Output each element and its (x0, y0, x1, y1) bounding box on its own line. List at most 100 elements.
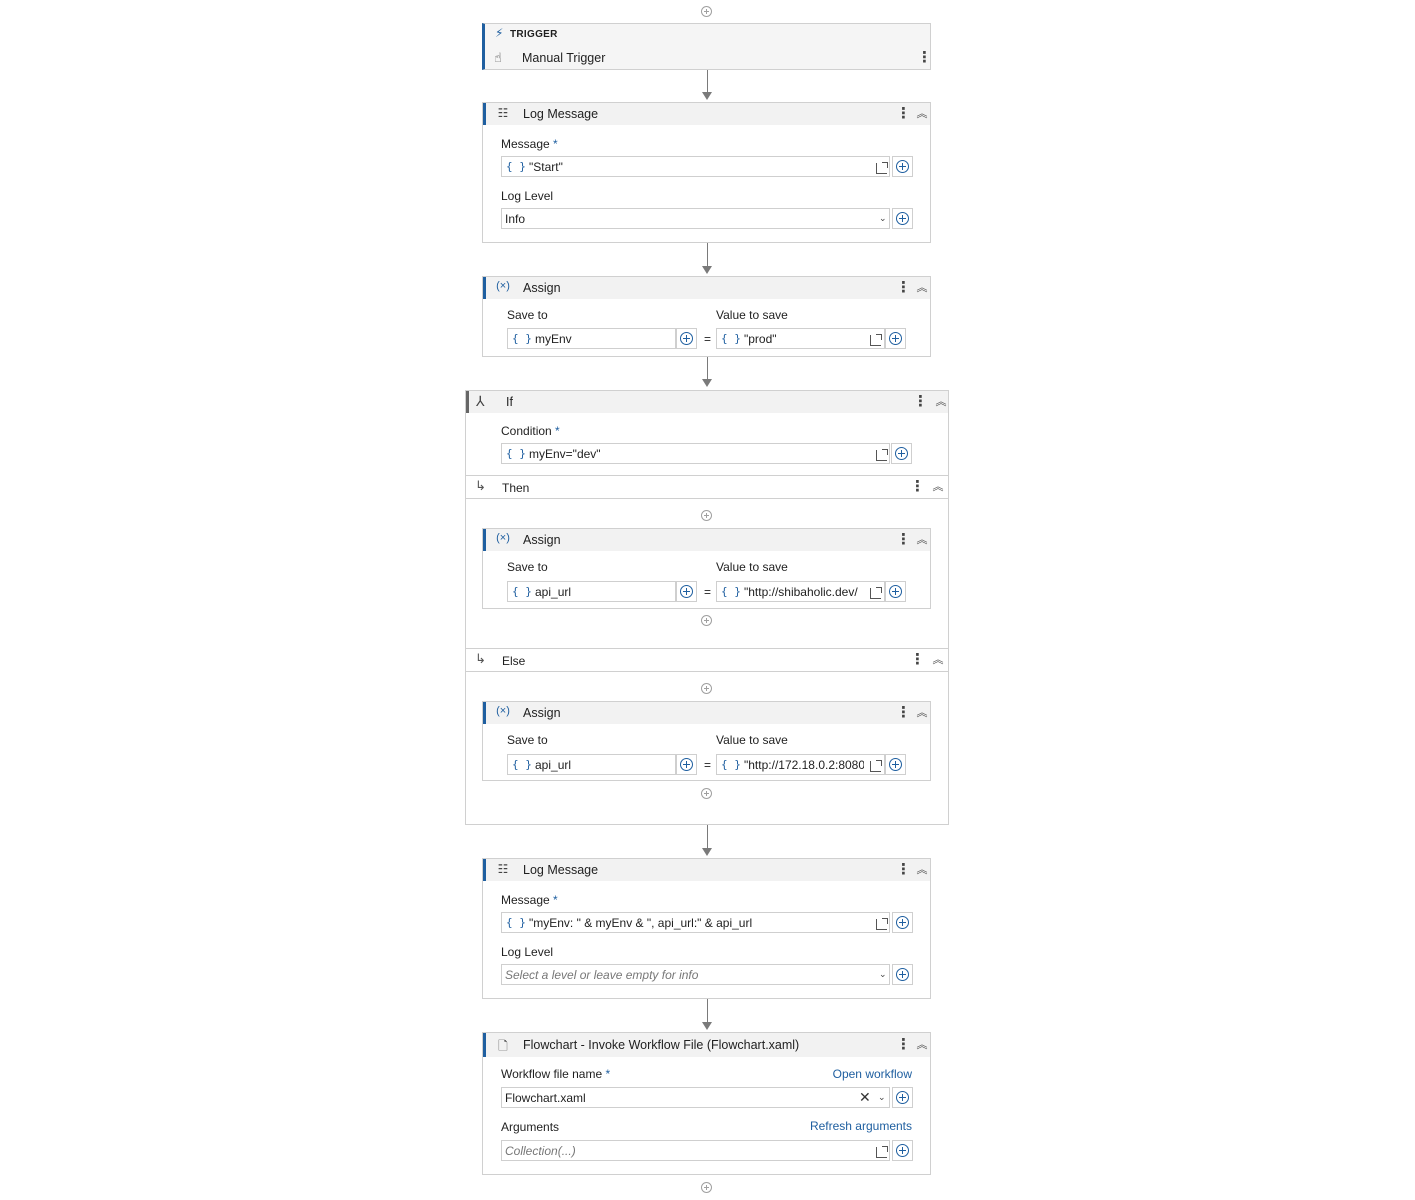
more-icon[interactable]: ⋮ (896, 279, 911, 297)
log-level-label: Log Level (501, 189, 554, 203)
value-to-save-label: Value to save (716, 308, 788, 322)
card-header[interactable]: ☷ Log Message ⋮ ︽ (483, 103, 930, 125)
assign-variable-icon: (×) (496, 532, 510, 544)
connector (707, 243, 708, 267)
trigger-card[interactable]: ⚡ TRIGGER ☝ Manual Trigger ⋮ (482, 23, 932, 70)
expand-editor-icon[interactable] (876, 449, 888, 461)
message-input[interactable]: { } "Start" (501, 156, 890, 177)
add-circle-icon (896, 160, 909, 173)
log-message-card[interactable]: ☷ Log Message ⋮ ︽ Message * { } "Start" … (482, 102, 931, 243)
add-button[interactable] (892, 1087, 913, 1108)
connector (707, 70, 708, 93)
message-label: Message * (501, 893, 558, 907)
expand-editor-icon[interactable] (870, 334, 882, 346)
add-button[interactable] (676, 754, 697, 775)
collapse-chevron-icon[interactable]: ︽ (915, 706, 929, 720)
card-header[interactable]: 🗋 Flowchart - Invoke Workflow File (Flow… (483, 1033, 930, 1057)
branch-arrow-icon: ↳ (475, 651, 486, 666)
value-input[interactable]: { } "http://shibaholic.dev/ (716, 581, 885, 602)
open-workflow-link[interactable]: Open workflow (833, 1067, 912, 1081)
expand-editor-icon[interactable] (876, 1146, 888, 1158)
add-button[interactable] (676, 581, 697, 602)
more-icon[interactable]: ⋮ (913, 393, 928, 411)
add-activity-bottom[interactable] (701, 1182, 712, 1193)
message-label: Message * (501, 137, 558, 151)
more-icon[interactable]: ⋮ (896, 105, 911, 123)
save-to-input[interactable]: { } api_url (507, 581, 676, 602)
assign-card-then[interactable]: (×) Assign ⋮ ︽ Save to Value to save { }… (482, 528, 931, 609)
collapse-chevron-icon[interactable]: ︽ (915, 1038, 929, 1052)
expand-editor-icon[interactable] (870, 587, 882, 599)
trigger-label: TRIGGER (510, 29, 558, 40)
collapse-chevron-icon[interactable]: ︽ (931, 653, 945, 667)
more-icon[interactable]: ⋮ (896, 861, 911, 879)
add-activity-button[interactable] (701, 683, 712, 694)
add-circle-icon (896, 212, 909, 225)
collapse-chevron-icon[interactable]: ︽ (915, 281, 929, 295)
add-activity-button[interactable] (701, 615, 712, 626)
add-button[interactable] (891, 443, 912, 464)
collapse-chevron-icon[interactable]: ︽ (915, 107, 929, 121)
if-header[interactable]: ⅄ If ⋮ ︽ (466, 391, 948, 413)
collapse-chevron-icon[interactable]: ︽ (934, 395, 948, 409)
value-input[interactable]: { } "http://172.18.0.2:8080 (716, 754, 885, 775)
invoke-file-icon: 🗋 (498, 1039, 508, 1053)
add-button[interactable] (892, 156, 913, 177)
save-to-input[interactable]: { } api_url (507, 754, 676, 775)
connector-arrowhead (702, 1022, 712, 1030)
condition-input[interactable]: { } myEnv="dev" (501, 443, 890, 464)
log-level-select[interactable]: Select a level or leave empty for info ⌄ (501, 964, 890, 985)
card-header[interactable]: (×) Assign ⋮ ︽ (483, 277, 930, 299)
assign-card[interactable]: (×) Assign ⋮ ︽ Save to Value to save { }… (482, 276, 931, 357)
add-activity-top[interactable] (701, 6, 712, 17)
then-branch-header[interactable]: ↳ Then ⋮ ︽ (466, 475, 948, 499)
clear-icon[interactable]: ✕ (859, 1089, 871, 1106)
connector-arrowhead (702, 92, 712, 100)
more-icon[interactable]: ⋮ (896, 1036, 911, 1054)
add-button[interactable] (892, 964, 913, 985)
branch-icon: ⅄ (476, 393, 485, 409)
add-button[interactable] (892, 912, 913, 933)
trigger-more-icon[interactable]: ⋮ (917, 49, 932, 67)
collapse-chevron-icon[interactable]: ︽ (915, 533, 929, 547)
more-icon[interactable]: ⋮ (910, 478, 925, 496)
add-button[interactable] (885, 754, 906, 775)
save-to-input[interactable]: { } myEnv (507, 328, 676, 349)
log-level-select[interactable]: Info ⌄ (501, 208, 890, 229)
expand-editor-icon[interactable] (876, 918, 888, 930)
expand-editor-icon[interactable] (876, 162, 888, 174)
add-activity-button[interactable] (701, 788, 712, 799)
message-input[interactable]: { } "myEnv: " & myEnv & ", api_url:" & a… (501, 912, 890, 933)
more-icon[interactable]: ⋮ (896, 531, 911, 549)
log-message-icon: ☷ (497, 106, 509, 120)
add-button[interactable] (676, 328, 697, 349)
add-button[interactable] (885, 328, 906, 349)
log-message-card[interactable]: ☷ Log Message ⋮ ︽ Message * { } "myEnv: … (482, 858, 931, 999)
chevron-down-icon[interactable]: ⌄ (878, 1092, 886, 1103)
connector (707, 825, 708, 849)
collapse-chevron-icon[interactable]: ︽ (915, 863, 929, 877)
collapse-chevron-icon[interactable]: ︽ (931, 480, 945, 494)
else-branch-header[interactable]: ↳ Else ⋮ ︽ (466, 648, 948, 672)
expand-editor-icon[interactable] (870, 760, 882, 772)
invoke-workflow-card[interactable]: 🗋 Flowchart - Invoke Workflow File (Flow… (482, 1032, 931, 1175)
more-icon[interactable]: ⋮ (910, 651, 925, 669)
connector-arrowhead (702, 379, 712, 387)
save-to-label: Save to (507, 308, 548, 322)
arguments-input[interactable]: Collection(...) (501, 1140, 890, 1161)
card-title: Log Message (523, 107, 599, 121)
add-button[interactable] (892, 208, 913, 229)
add-button[interactable] (885, 581, 906, 602)
assign-variable-icon: (×) (496, 705, 510, 717)
value-input[interactable]: { } "prod" (716, 328, 885, 349)
card-header[interactable]: (×) Assign ⋮ ︽ (483, 702, 930, 724)
card-header[interactable]: (×) Assign ⋮ ︽ (483, 529, 930, 551)
refresh-arguments-link[interactable]: Refresh arguments (810, 1119, 912, 1133)
if-title: If (506, 395, 513, 409)
add-button[interactable] (892, 1140, 913, 1161)
workflow-file-input[interactable]: Flowchart.xaml ✕ ⌄ (501, 1087, 890, 1108)
add-activity-button[interactable] (701, 510, 712, 521)
card-header[interactable]: ☷ Log Message ⋮ ︽ (483, 859, 930, 881)
more-icon[interactable]: ⋮ (896, 704, 911, 722)
assign-card-else[interactable]: (×) Assign ⋮ ︽ Save to Value to save { }… (482, 701, 931, 781)
